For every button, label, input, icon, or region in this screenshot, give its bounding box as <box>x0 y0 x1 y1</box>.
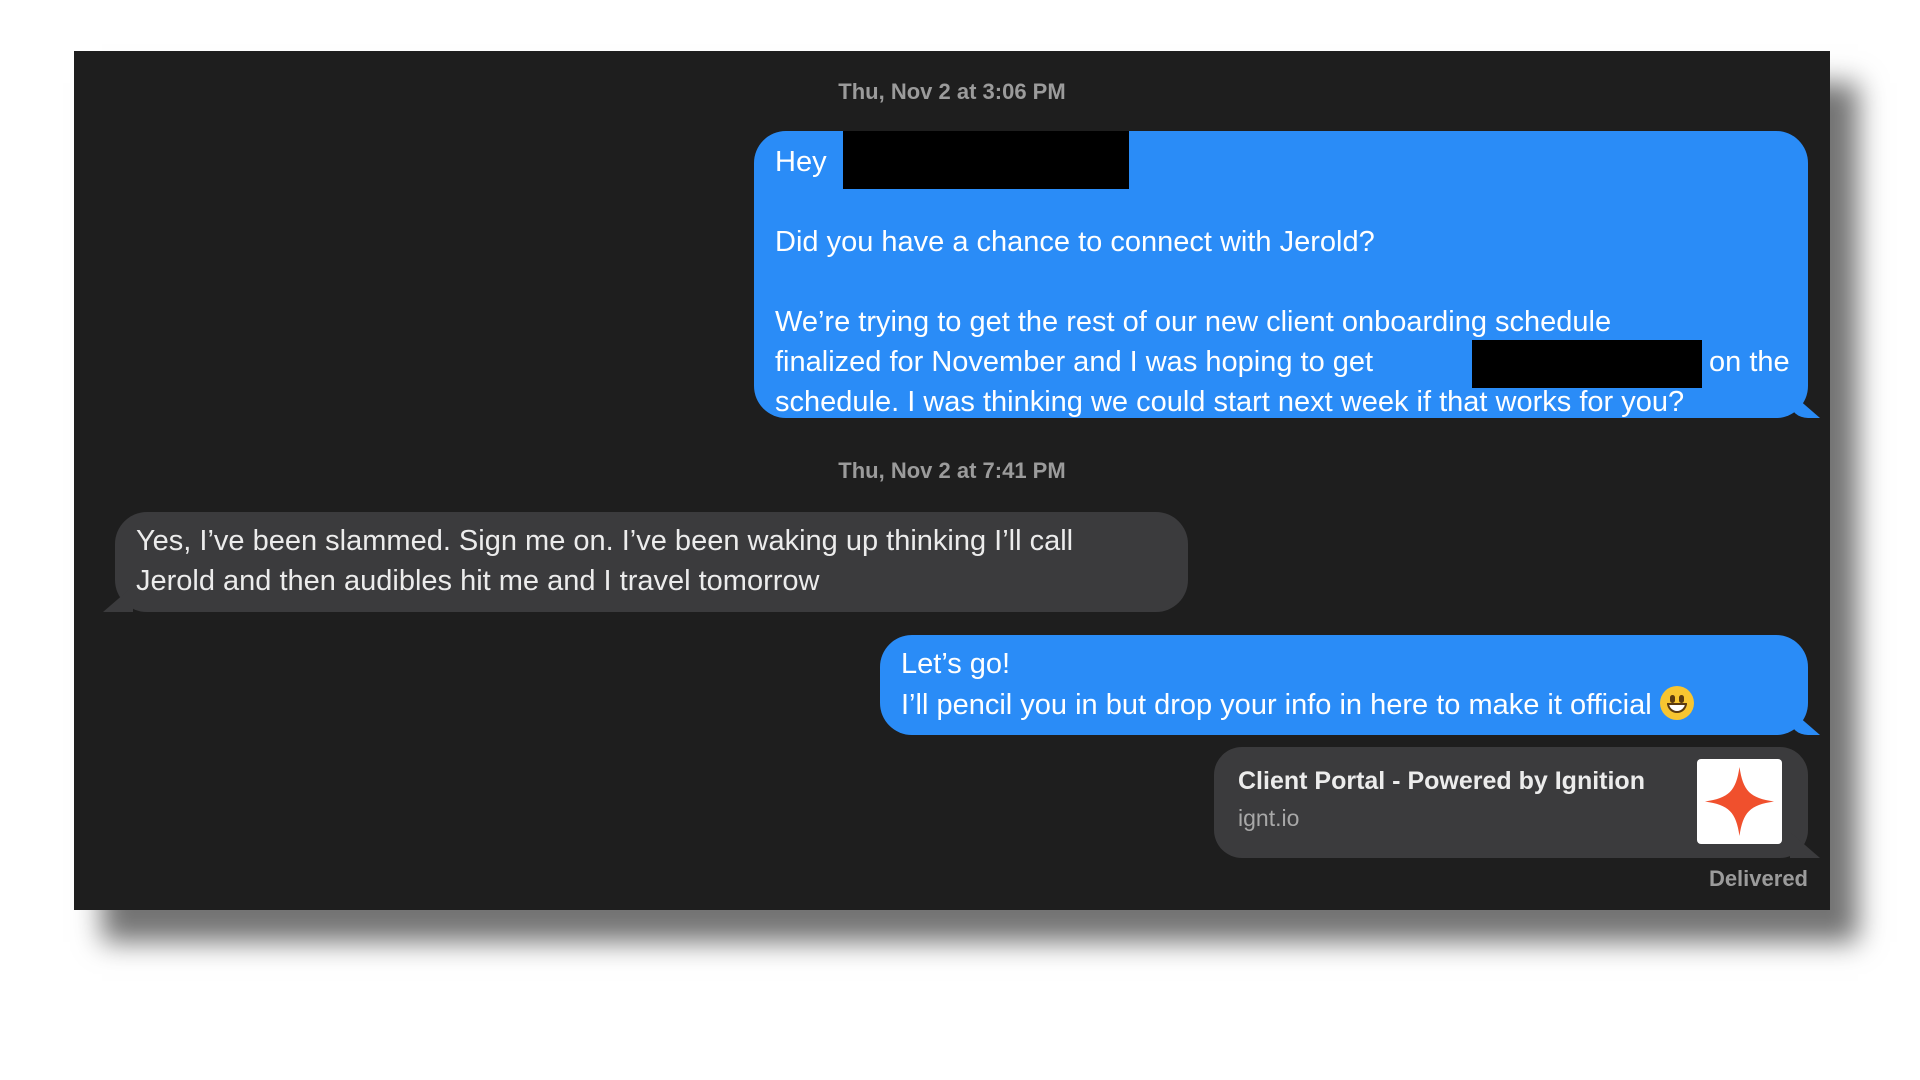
message-text: Let’s go! <box>901 648 1011 680</box>
message-text: schedule. I was thinking we could start … <box>775 386 1685 418</box>
message-text-with-emoji: I’ll pencil you in but drop your info in… <box>901 686 1694 724</box>
link-preview-title: Client Portal - Powered by Ignition <box>1238 767 1645 795</box>
message-text: We’re trying to get the rest of our new … <box>775 306 1612 338</box>
messages-window: Thu, Nov 2 at 3:06 PM Hey Did you have a… <box>74 51 1830 910</box>
grinning-face-emoji-icon <box>1659 686 1694 720</box>
message-text: Hey <box>775 146 827 178</box>
ignition-star-icon <box>1705 767 1774 836</box>
message-text: Did you have a chance to connect with Je… <box>775 226 1375 258</box>
redaction-box <box>1472 340 1702 388</box>
link-preview-card[interactable]: Client Portal - Powered by Ignition ignt… <box>1214 747 1808 858</box>
timestamp: Thu, Nov 2 at 7:41 PM <box>838 458 1066 483</box>
message-text: on the <box>1709 346 1790 378</box>
message-text: finalized for November and I was hoping … <box>775 346 1374 378</box>
message-text: Yes, I’ve been slammed. Sign me on. I’ve… <box>136 525 1074 557</box>
message-text: I’ll pencil you in but drop your info in… <box>901 689 1652 721</box>
timestamp: Thu, Nov 2 at 3:06 PM <box>838 79 1066 104</box>
link-preview-thumbnail <box>1697 759 1782 844</box>
sent-message-bubble[interactable]: Let’s go! I’ll pencil you in but drop yo… <box>880 635 1808 735</box>
redaction-box <box>843 131 1129 189</box>
link-preview-url: ignt.io <box>1238 805 1300 831</box>
message-text: Jerold and then audibles hit me and I tr… <box>136 565 820 597</box>
delivery-status: Delivered <box>1708 866 1808 891</box>
sent-message-bubble[interactable]: Hey Did you have a chance to connect wit… <box>754 131 1808 418</box>
received-message-bubble[interactable]: Yes, I’ve been slammed. Sign me on. I’ve… <box>115 512 1188 612</box>
